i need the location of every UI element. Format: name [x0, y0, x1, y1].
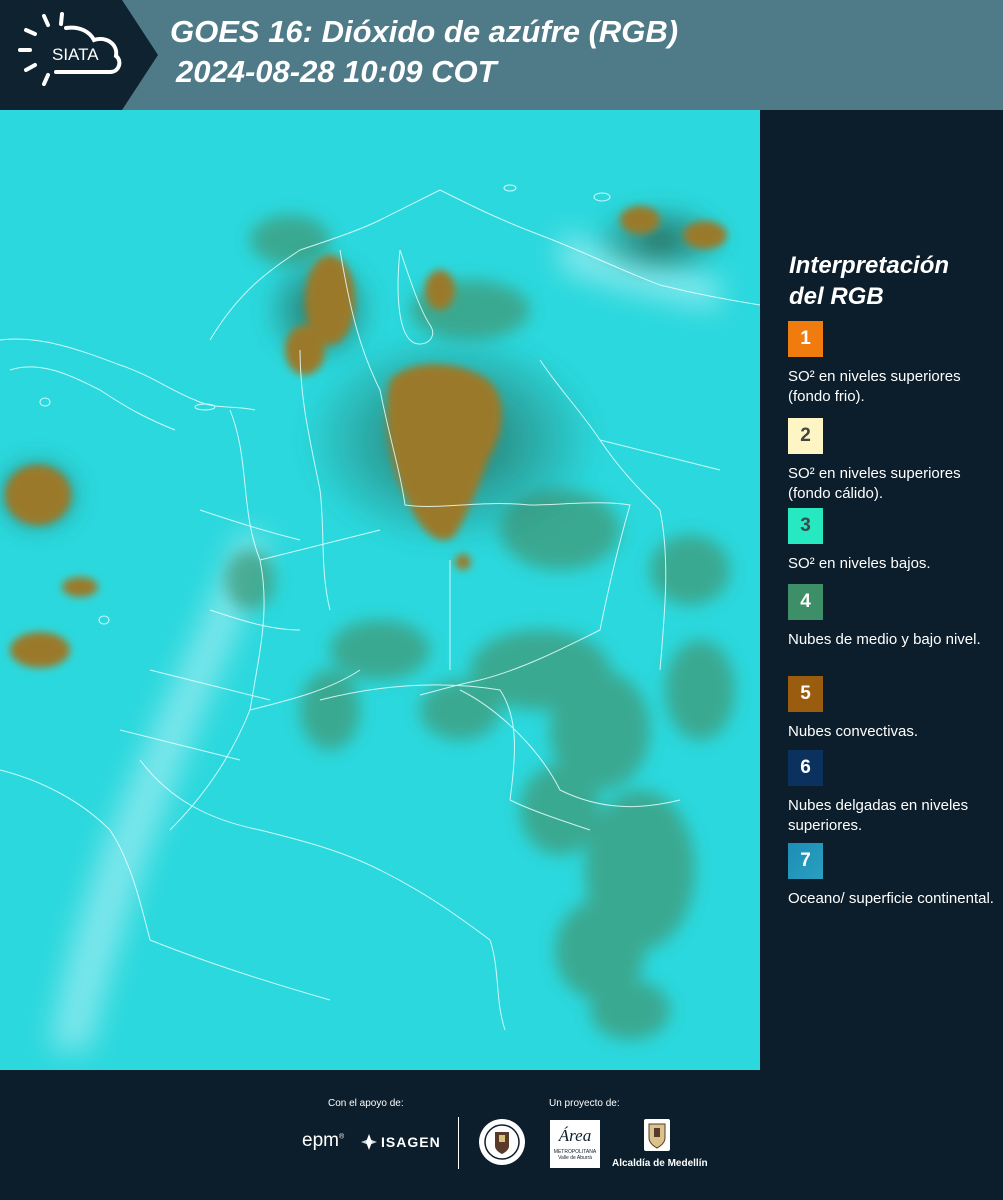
- area-logo-text: Área: [558, 1126, 592, 1145]
- alcaldia-shield-logo: [644, 1119, 670, 1151]
- legend-swatch: 4: [788, 584, 823, 620]
- medellin-seal-logo: [479, 1119, 525, 1165]
- legend-label: Nubes de medio y bajo nivel.: [788, 631, 981, 648]
- isagen-logo-text: ISAGEN: [381, 1134, 441, 1150]
- epm-logo-text: epm: [302, 1130, 339, 1151]
- header-bar: SIATA GOES 16: Dióxido de azúfre (RGB) 2…: [0, 0, 1003, 110]
- legend-label: SO² en niveles bajos.: [788, 555, 931, 572]
- legend-label: Oceano/ superficie continental.: [788, 890, 994, 907]
- legend-panel: Interpretación del RGB 1 SO² en niveles …: [760, 110, 1003, 1070]
- legend-swatch: 2: [788, 418, 823, 454]
- legend-item-5: 5 Nubes convectivas.: [788, 676, 998, 742]
- legend-item-1: 1 SO² en niveles superiores (fondo frio)…: [788, 321, 998, 407]
- area-logo-caption: METROPOLITANA Valle de Aburrá: [553, 1149, 597, 1161]
- siata-logo: SIATA: [0, 0, 158, 110]
- legend-swatch: 5: [788, 676, 823, 712]
- epm-logo: epm®: [302, 1130, 345, 1151]
- legend-label: SO² en niveles superiores (fondo frio).: [788, 368, 961, 405]
- support-label: Con el apoyo de:: [328, 1098, 404, 1109]
- legend-label: Nubes delgadas en niveles superiores.: [788, 797, 969, 834]
- satellite-image[interactable]: [0, 110, 760, 1070]
- legend-label: Nubes convectivas.: [788, 723, 919, 740]
- sponsor-footer: Con el apoyo de: Un proyecto de: epm® IS…: [0, 1070, 1003, 1200]
- image-timestamp: 2024-08-28 10:09 COT: [176, 54, 497, 89]
- legend-item-2: 2 SO² en niveles superiores (fondo cálid…: [788, 418, 998, 506]
- legend-label: SO² en niveles superiores (fondo cálido)…: [788, 465, 961, 502]
- legend-title-line2: del RGB: [789, 283, 884, 310]
- legend-item-7: 7 Oceano/ superficie continental.: [788, 843, 998, 909]
- footer-divider: [458, 1117, 459, 1169]
- legend-item-6: 6 Nubes delgadas en niveles superiores.: [788, 750, 998, 836]
- page-title: GOES 16: Dióxido de azúfre (RGB): [170, 14, 679, 49]
- legend-swatch: 1: [788, 321, 823, 357]
- siata-logo-text: SIATA: [52, 45, 99, 64]
- legend-swatch: 7: [788, 843, 823, 879]
- alcaldia-label: Alcaldía de Medellín: [612, 1158, 708, 1169]
- legend-title-line1: Interpretación: [789, 252, 950, 279]
- isagen-logo: ISAGEN: [360, 1133, 441, 1151]
- legend-item-4: 4 Nubes de medio y bajo nivel.: [788, 584, 998, 650]
- area-metropolitana-logo: Área METROPOLITANA Valle de Aburrá: [550, 1120, 600, 1168]
- legend-title: Interpretación del RGB: [789, 250, 989, 312]
- project-label: Un proyecto de:: [549, 1098, 620, 1109]
- legend-swatch: 6: [788, 750, 823, 786]
- legend-item-3: 3 SO² en niveles bajos.: [788, 508, 998, 574]
- legend-swatch: 3: [788, 508, 823, 544]
- isagen-mark-icon: [361, 1134, 377, 1150]
